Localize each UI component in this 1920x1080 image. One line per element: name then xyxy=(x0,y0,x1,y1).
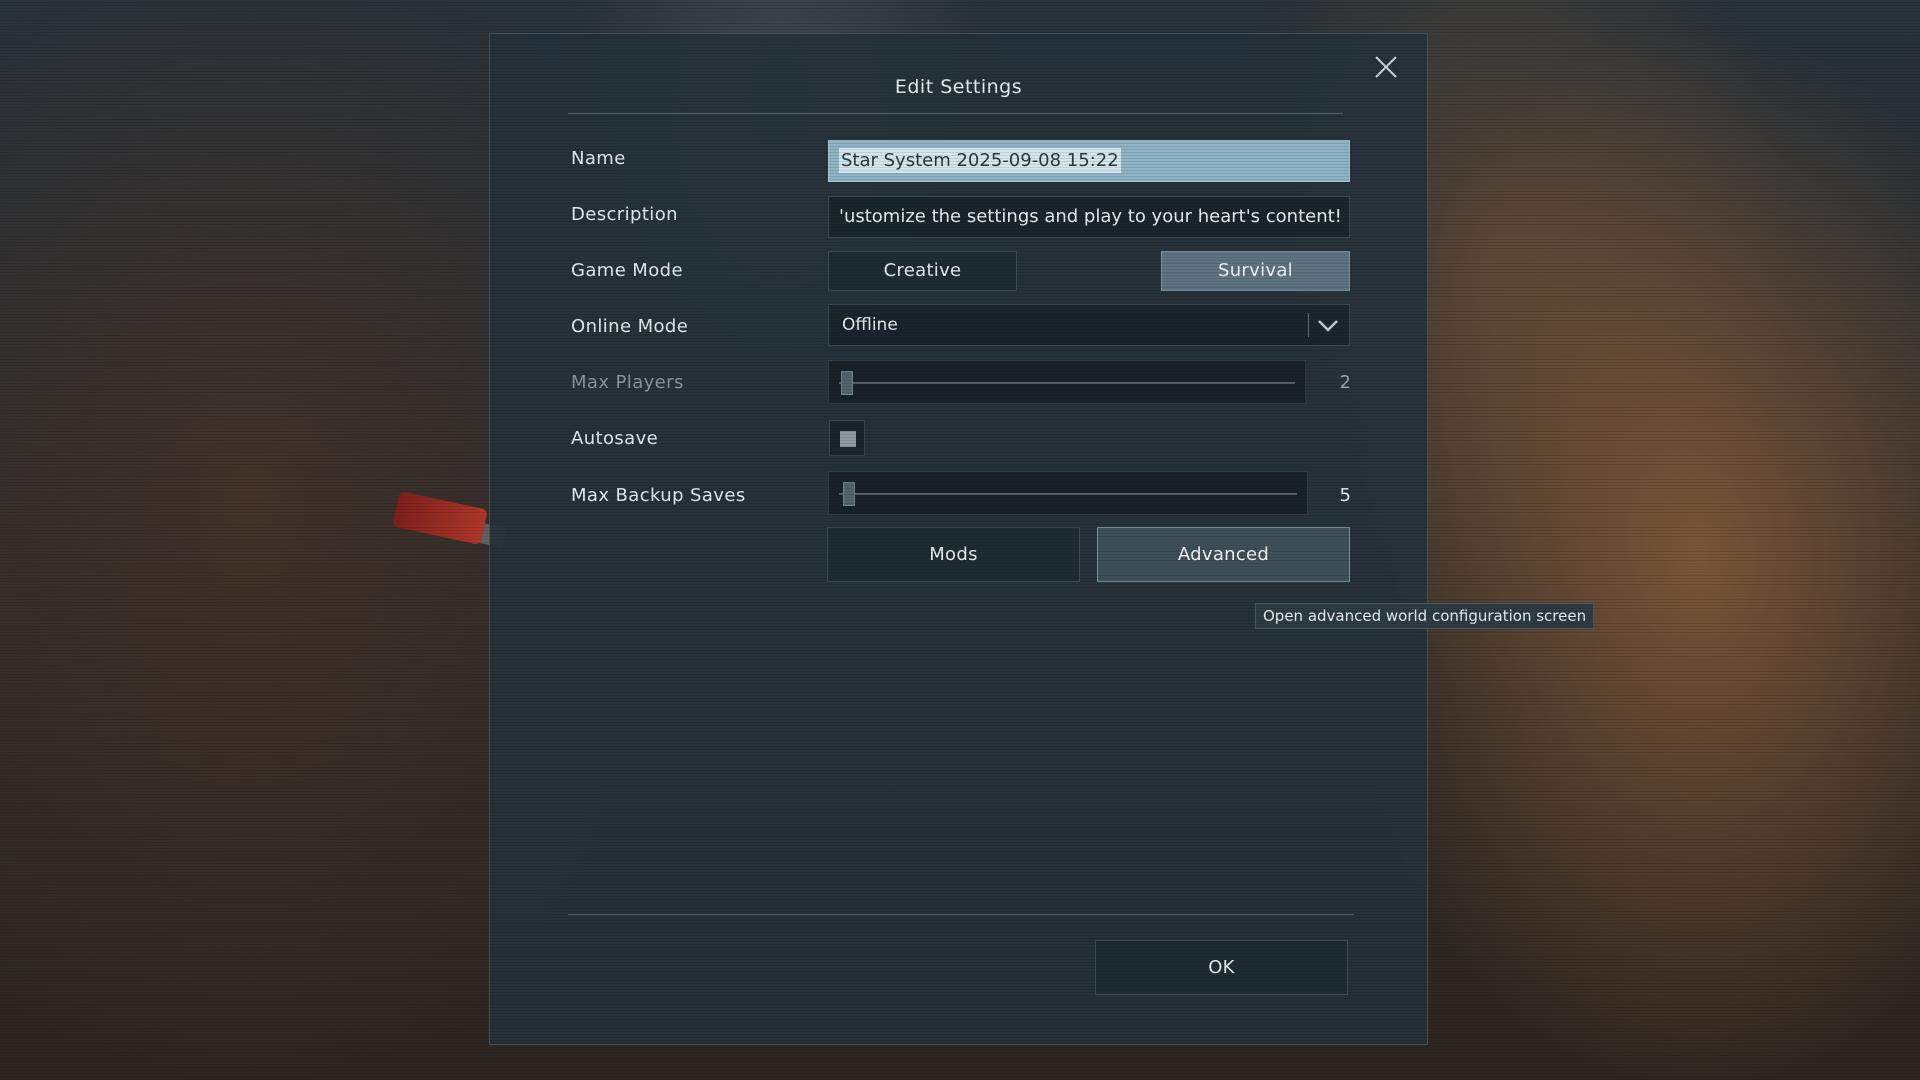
name-field-value: Star System 2025-09-08 15:22 xyxy=(839,148,1121,173)
dropdown-divider xyxy=(1308,313,1309,337)
max-players-value: 2 xyxy=(1339,372,1351,393)
title-divider xyxy=(568,113,1343,114)
game-background: Edit Settings Name Star System 2025-09-0… xyxy=(0,0,1920,1080)
creative-mode-button[interactable]: Creative xyxy=(828,251,1017,291)
ok-button[interactable]: OK xyxy=(1095,940,1348,995)
max-players-label: Max Players xyxy=(571,372,684,393)
name-field[interactable]: Star System 2025-09-08 15:22 xyxy=(828,140,1350,182)
edit-settings-dialog: Edit Settings Name Star System 2025-09-0… xyxy=(489,33,1428,1045)
max-backup-saves-slider[interactable] xyxy=(828,471,1308,515)
dialog-title: Edit Settings xyxy=(894,76,1023,98)
autosave-checkbox[interactable] xyxy=(829,420,865,456)
max-backup-saves-value: 5 xyxy=(1339,485,1351,506)
online-mode-label: Online Mode xyxy=(571,316,689,337)
autosave-label: Autosave xyxy=(571,428,659,449)
description-label: Description xyxy=(571,204,678,225)
description-field[interactable]: 'ustomize the settings and play to your … xyxy=(828,196,1350,238)
online-mode-value: Offline xyxy=(842,315,898,335)
chevron-down-icon xyxy=(1318,320,1338,332)
slider-track xyxy=(839,382,1295,384)
advanced-button[interactable]: Advanced xyxy=(1097,527,1350,582)
mods-button[interactable]: Mods xyxy=(827,527,1080,582)
slider-thumb[interactable] xyxy=(841,371,853,395)
slider-thumb[interactable] xyxy=(843,482,855,506)
game-mode-label: Game Mode xyxy=(571,260,683,281)
online-mode-dropdown[interactable]: Offline xyxy=(828,304,1350,346)
max-backup-saves-label: Max Backup Saves xyxy=(571,485,746,506)
footer-divider xyxy=(568,914,1354,915)
advanced-tooltip: Open advanced world configuration screen xyxy=(1255,603,1595,629)
max-players-slider[interactable] xyxy=(828,360,1306,404)
slider-track xyxy=(839,493,1297,495)
background-ship xyxy=(392,491,488,545)
survival-mode-button[interactable]: Survival xyxy=(1161,251,1350,291)
checkbox-checkmark xyxy=(840,431,856,447)
name-label: Name xyxy=(571,148,626,169)
